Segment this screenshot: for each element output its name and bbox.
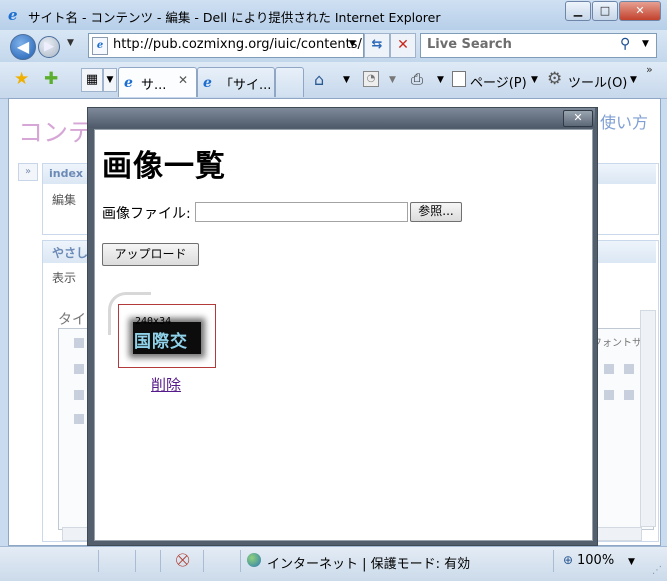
tab-close-icon[interactable]: ✕ bbox=[178, 73, 188, 87]
dialog-titlebar[interactable] bbox=[88, 108, 595, 128]
maximize-button[interactable]: □ bbox=[592, 1, 618, 21]
image-file-input[interactable] bbox=[195, 202, 408, 222]
status-divider bbox=[160, 550, 161, 572]
favorites-star-icon[interactable]: ★ bbox=[14, 69, 29, 89]
home-dropdown-icon[interactable]: ▼ bbox=[343, 75, 350, 85]
quick-tabs-button[interactable]: ▦ bbox=[81, 68, 103, 92]
chevron-more-icon[interactable]: » bbox=[646, 63, 653, 76]
tools-menu[interactable]: ツール(O) bbox=[568, 72, 627, 91]
address-dropdown-icon[interactable]: ▼ bbox=[349, 39, 356, 49]
security-zone-text[interactable]: インターネット | 保護モード: 有効 bbox=[267, 553, 470, 572]
gear-icon[interactable]: ⚙ bbox=[547, 69, 562, 89]
howto-link[interactable]: 使い方 bbox=[600, 109, 648, 133]
tab-label: 「サイ... bbox=[220, 78, 272, 93]
image-icon[interactable] bbox=[604, 364, 614, 374]
cut-icon[interactable] bbox=[74, 364, 84, 374]
font-size-select[interactable]: フォントサ bbox=[592, 334, 642, 349]
paste-icon[interactable] bbox=[74, 390, 84, 400]
search-icon[interactable]: ⚲ bbox=[620, 36, 630, 52]
refresh-button[interactable]: ⇆ bbox=[364, 33, 390, 58]
status-divider bbox=[240, 550, 241, 572]
globe-icon bbox=[247, 553, 261, 567]
feeds-icon[interactable]: ◔ bbox=[363, 71, 379, 87]
ie-logo-icon: e bbox=[8, 6, 18, 24]
dialog-heading: 画像一覧 bbox=[102, 149, 226, 184]
print-dropdown-icon[interactable]: ▼ bbox=[437, 75, 444, 85]
sidebar-toggle-icon[interactable]: » bbox=[18, 163, 38, 181]
link-icon[interactable] bbox=[624, 364, 634, 374]
print-icon[interactable]: ⎙ bbox=[411, 70, 423, 88]
search-input[interactable]: Live Search bbox=[427, 37, 512, 52]
vertical-scrollbar[interactable] bbox=[640, 310, 656, 527]
search-options-dropdown-icon[interactable]: ▼ bbox=[642, 39, 649, 49]
delete-link[interactable]: 削除 bbox=[151, 374, 181, 395]
recent-pages-dropdown-icon[interactable]: ▼ bbox=[67, 38, 74, 48]
ie-page-icon: e bbox=[203, 75, 212, 91]
status-divider bbox=[98, 550, 99, 572]
window-title: サイト名 - コンテンツ - 編集 - Dell により提供された Intern… bbox=[28, 10, 441, 25]
status-divider bbox=[203, 550, 204, 572]
tools-dropdown-icon[interactable]: ▼ bbox=[630, 75, 637, 85]
privacy-blocked-icon[interactable]: ⛒ bbox=[176, 553, 189, 568]
tab-list-dropdown[interactable]: ▼ bbox=[103, 68, 117, 92]
dialog-close-button[interactable]: ✕ bbox=[563, 110, 593, 127]
status-divider bbox=[553, 550, 554, 572]
back-button[interactable]: ◀ bbox=[10, 34, 36, 60]
stop-button[interactable]: ✕ bbox=[390, 33, 416, 58]
zoom-icon[interactable]: ⊕ bbox=[563, 553, 573, 567]
browse-button[interactable]: 参照... bbox=[410, 202, 462, 222]
new-tab-button[interactable] bbox=[275, 67, 304, 97]
resize-grip-icon[interactable]: ⋰ bbox=[652, 565, 662, 576]
page-icon: e bbox=[92, 37, 108, 55]
index-panel-title: index bbox=[49, 167, 84, 180]
minimize-button[interactable]: ▁ bbox=[565, 1, 591, 21]
page-dropdown-icon[interactable]: ▼ bbox=[531, 75, 538, 85]
upload-button[interactable]: アップロード bbox=[102, 243, 199, 266]
zoom-dropdown-icon[interactable]: ▼ bbox=[628, 557, 635, 567]
edit-link[interactable]: 編集 bbox=[52, 191, 76, 208]
title-field-label: タイ bbox=[58, 312, 86, 328]
window-close-button[interactable]: ✕ bbox=[619, 1, 661, 21]
address-input[interactable]: http://pub.cozmixng.org/iuic/contents/ bbox=[113, 37, 362, 52]
forward-button[interactable]: ▶ bbox=[38, 36, 60, 58]
paragraph-icon[interactable] bbox=[624, 390, 634, 400]
status-divider bbox=[135, 550, 136, 572]
thumbnail-size-text: 240x34 bbox=[135, 316, 172, 327]
home-icon[interactable]: ⌂ bbox=[314, 70, 324, 89]
format-icon[interactable] bbox=[74, 414, 84, 424]
tab-label: サ... bbox=[141, 78, 167, 93]
page-menu[interactable]: ページ(P) bbox=[470, 72, 527, 91]
save-icon[interactable] bbox=[74, 338, 84, 348]
page-title: コンテ bbox=[18, 118, 94, 147]
feeds-dropdown-icon[interactable]: ▼ bbox=[389, 75, 396, 85]
image-file-label: 画像ファイル: bbox=[102, 206, 191, 222]
thumbnail-image-text: 国際交 bbox=[134, 332, 188, 352]
add-favorite-icon[interactable]: ✚ bbox=[44, 69, 58, 89]
zoom-level[interactable]: 100% bbox=[577, 553, 614, 568]
ie-page-icon: e bbox=[124, 75, 133, 91]
page-menu-icon[interactable] bbox=[452, 71, 466, 87]
view-link[interactable]: 表示 bbox=[52, 269, 76, 286]
table-icon[interactable] bbox=[604, 390, 614, 400]
